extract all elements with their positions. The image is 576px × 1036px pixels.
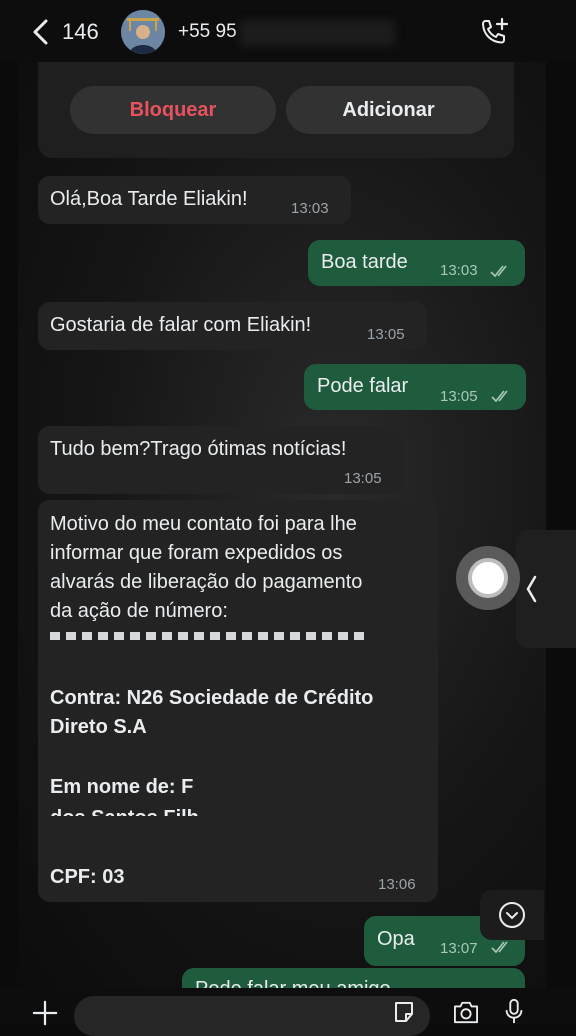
message-text: Olá,Boa Tarde Eliakin!: [50, 188, 248, 210]
message-text: Gostaria de falar com Eliakin!: [50, 314, 312, 336]
avatar[interactable]: [121, 10, 165, 54]
redacted-cpf: [134, 864, 224, 890]
scroll-down-icon: [499, 902, 525, 928]
message-time: 13:07: [440, 940, 478, 957]
redacted-number: [50, 628, 370, 640]
redacted-name: [240, 20, 395, 46]
mic-icon[interactable]: [504, 998, 524, 1024]
chevron-left-icon[interactable]: [524, 574, 538, 604]
message-time: 13:05: [440, 388, 478, 405]
cpf-text: CPF: 03: [50, 866, 125, 888]
read-ticks-icon: [491, 390, 508, 403]
back-chevron-icon[interactable]: [30, 18, 52, 46]
scroll-down-button[interactable]: [480, 890, 544, 940]
message-text: Motivo do meu contato foi para lhe infor…: [50, 513, 363, 622]
plus-icon[interactable]: [32, 1000, 58, 1026]
contact-name[interactable]: +55 95: [178, 21, 237, 43]
message-bubble-incoming[interactable]: Motivo do meu contato foi para lhe infor…: [38, 500, 438, 902]
message-bubble-outgoing[interactable]: Boa tarde 13:03: [308, 240, 525, 286]
message-text: Opa: [377, 928, 415, 950]
message-text: Boa tarde: [321, 251, 408, 273]
message-bubble-incoming[interactable]: Olá,Boa Tarde Eliakin! 13:03: [38, 176, 351, 224]
em-nome-text: Em nome de: F: [50, 776, 194, 798]
message-time: 13:03: [440, 262, 478, 279]
message-time: 13:05: [344, 470, 382, 487]
avatar-image: [121, 10, 165, 54]
message-bubble-incoming[interactable]: Tudo bem?Trago ótimas notícias! 13:05: [38, 426, 404, 494]
message-bubble-incoming[interactable]: Gostaria de falar com Eliakin! 13:05: [38, 302, 427, 350]
message-text: Pode falar: [317, 375, 409, 397]
add-call-icon[interactable]: [478, 16, 510, 48]
chat-header: 146 +55 95: [0, 0, 576, 62]
side-panel-tab[interactable]: [516, 530, 576, 648]
message-input[interactable]: [74, 996, 430, 1036]
message-time: 13:05: [367, 326, 405, 343]
read-ticks-icon: [491, 941, 508, 954]
message-bubble-outgoing[interactable]: Pode falar 13:05: [304, 364, 526, 410]
record-button-core: [468, 558, 508, 598]
unread-count[interactable]: 146: [62, 19, 99, 45]
block-button[interactable]: Bloquear: [70, 86, 276, 134]
add-contact-button[interactable]: Adicionar: [286, 86, 491, 134]
record-button[interactable]: [456, 546, 520, 610]
redacted-name-line: [203, 772, 413, 798]
contra-text: Contra: N26 Sociedade de Crédito Direto …: [50, 687, 374, 738]
message-text: Tudo bem?Trago ótimas notícias!: [50, 438, 347, 460]
read-ticks-icon: [490, 265, 507, 278]
sticker-icon[interactable]: [392, 1000, 416, 1024]
redacted-name-line-2: dos Santos Filh: [50, 806, 250, 816]
camera-icon[interactable]: [451, 1000, 481, 1024]
message-time: 13:03: [291, 200, 329, 217]
message-time: 13:06: [378, 876, 416, 893]
